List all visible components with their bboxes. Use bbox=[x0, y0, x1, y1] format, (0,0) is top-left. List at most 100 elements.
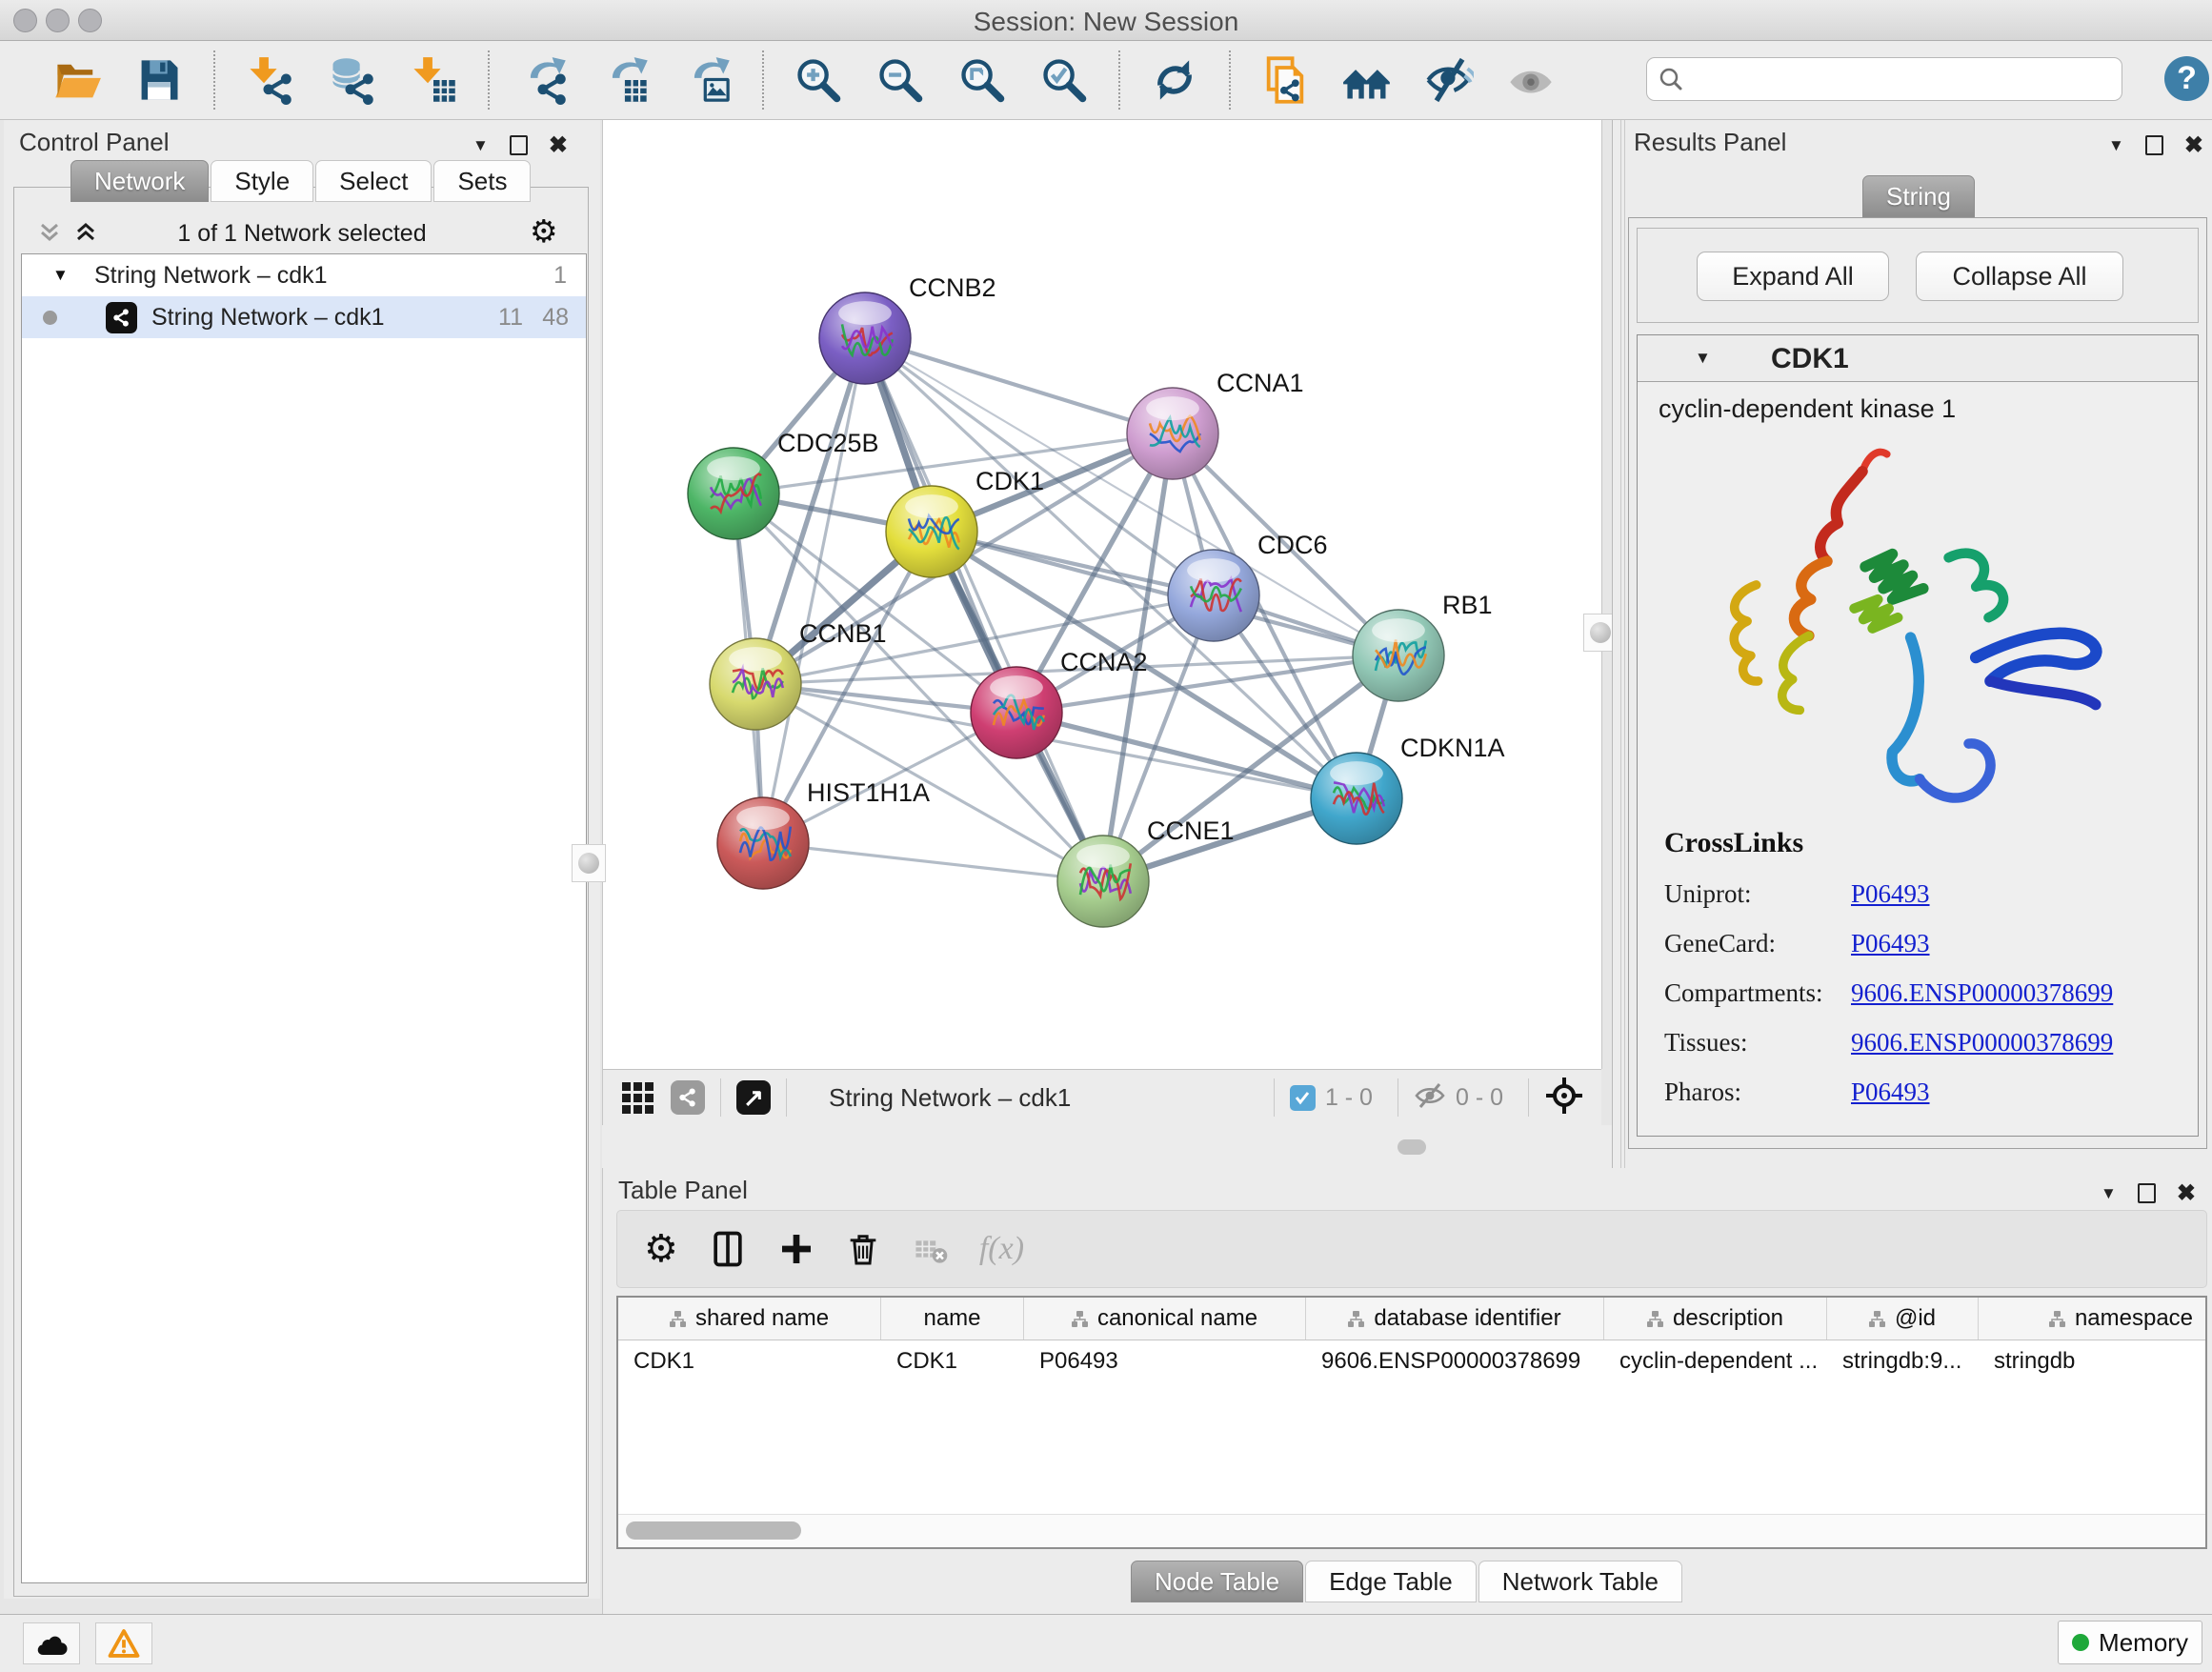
results-close-icon[interactable]: ✖ bbox=[2184, 131, 2203, 159]
show-columns-icon[interactable] bbox=[707, 1228, 749, 1270]
node-CCNA2[interactable] bbox=[971, 667, 1062, 758]
card-expander-icon[interactable]: ▼ bbox=[1695, 349, 1711, 368]
warning-status-button[interactable] bbox=[95, 1622, 152, 1664]
table-cell[interactable]: stringdb bbox=[1979, 1340, 2207, 1382]
tab-select[interactable]: Select bbox=[315, 160, 432, 202]
show-all-icon[interactable] bbox=[1506, 55, 1556, 105]
refresh-layout-icon[interactable] bbox=[1150, 55, 1199, 105]
tab-style[interactable]: Style bbox=[211, 160, 313, 202]
tab-node-table[interactable]: Node Table bbox=[1131, 1561, 1303, 1602]
edge-CCNB2-CCNA1[interactable] bbox=[865, 338, 1173, 433]
network-collection-row[interactable]: ▼ String Network – cdk1 1 bbox=[22, 254, 586, 296]
panel-menu-icon[interactable]: ▼ bbox=[473, 136, 489, 155]
collapse-all-button[interactable]: Collapse All bbox=[1916, 252, 2123, 301]
column-header-canonical-name[interactable]: canonical name bbox=[1024, 1298, 1306, 1340]
hide-selected-icon[interactable] bbox=[1424, 55, 1474, 105]
save-session-icon[interactable] bbox=[134, 55, 184, 105]
table-float-icon[interactable] bbox=[2138, 1183, 2156, 1203]
zoom-fit-icon[interactable] bbox=[957, 55, 1007, 105]
selected-checkbox-icon[interactable] bbox=[1290, 1085, 1316, 1111]
hscroll-thumb[interactable] bbox=[626, 1521, 801, 1540]
export-network-icon[interactable] bbox=[519, 55, 569, 105]
table-cell[interactable]: stringdb:9... bbox=[1827, 1340, 1979, 1382]
node-CDC25B[interactable] bbox=[688, 448, 779, 539]
search-input[interactable] bbox=[1691, 65, 2122, 93]
left-splitter-handle[interactable] bbox=[572, 844, 606, 882]
node-RB1[interactable] bbox=[1353, 610, 1444, 701]
search-box[interactable] bbox=[1646, 57, 2122, 101]
clone-network-icon[interactable] bbox=[1260, 55, 1310, 105]
delete-column-trash-icon[interactable] bbox=[844, 1230, 882, 1268]
column-header-shared-name[interactable]: shared name bbox=[618, 1298, 881, 1340]
tree-expander-icon[interactable]: ▼ bbox=[52, 266, 69, 285]
export-table-icon[interactable] bbox=[601, 55, 651, 105]
table-close-icon[interactable]: ✖ bbox=[2177, 1179, 2196, 1207]
panel-float-icon[interactable] bbox=[510, 135, 528, 155]
column-header-@id[interactable]: @id bbox=[1827, 1298, 1979, 1340]
import-network-file-icon[interactable] bbox=[245, 55, 294, 105]
table-hscrollbar[interactable] bbox=[618, 1514, 2205, 1547]
node-CCNA1[interactable] bbox=[1127, 388, 1218, 479]
node-CCNB2[interactable] bbox=[819, 292, 911, 384]
expand-all-button[interactable]: Expand All bbox=[1697, 252, 1889, 301]
hidden-eye-icon[interactable] bbox=[1414, 1082, 1446, 1114]
export-image-icon[interactable] bbox=[683, 55, 733, 105]
network-graph[interactable]: CCNB2CCNA1CDC25BCDK1CDC6RB1CCNB1CCNA2CDK… bbox=[603, 120, 1601, 1069]
memory-button[interactable]: Memory bbox=[2058, 1621, 2202, 1664]
node-CDC6[interactable] bbox=[1168, 550, 1259, 641]
node-CDK1[interactable] bbox=[886, 486, 977, 577]
table-cell[interactable]: 9606.ENSP00000378699 bbox=[1306, 1340, 1604, 1382]
table-cell[interactable]: CDK1 bbox=[618, 1340, 881, 1382]
table-cell[interactable]: P06493 bbox=[1024, 1340, 1306, 1382]
table-settings-gear-icon[interactable]: ⚙ bbox=[644, 1230, 678, 1268]
grid-mode-icon[interactable] bbox=[622, 1082, 654, 1114]
table-menu-icon[interactable]: ▼ bbox=[2101, 1184, 2117, 1203]
open-session-icon[interactable] bbox=[52, 55, 102, 105]
zoom-out-icon[interactable] bbox=[875, 55, 925, 105]
first-neighbors-icon[interactable] bbox=[1342, 55, 1392, 105]
panel-close-icon[interactable]: ✖ bbox=[549, 131, 568, 159]
crosslink-link[interactable]: P06493 bbox=[1851, 1078, 1930, 1107]
crosshair-icon[interactable] bbox=[1544, 1076, 1584, 1120]
column-header-description[interactable]: description bbox=[1604, 1298, 1827, 1340]
network-overview-icon[interactable] bbox=[671, 1080, 705, 1115]
tab-sets[interactable]: Sets bbox=[433, 160, 531, 202]
table-row[interactable]: CDK1CDK1P064939606.ENSP00000378699cyclin… bbox=[618, 1340, 2205, 1382]
network-canvas[interactable]: CCNB2CCNA1CDC25BCDK1CDC6RB1CCNB1CCNA2CDK… bbox=[602, 120, 1602, 1069]
table-tabs: Node TableEdge TableNetwork Table bbox=[1131, 1561, 1684, 1602]
cloud-status-button[interactable] bbox=[23, 1622, 80, 1664]
edge-HIST1H1A-CCNE1[interactable] bbox=[763, 843, 1103, 881]
results-float-icon[interactable] bbox=[2145, 135, 2163, 155]
column-header-name[interactable]: name bbox=[881, 1298, 1024, 1340]
node-CCNB1[interactable] bbox=[710, 638, 801, 730]
crosslink-link[interactable]: P06493 bbox=[1851, 929, 1930, 958]
crosslink-link[interactable]: 9606.ENSP00000378699 bbox=[1851, 978, 2113, 1008]
column-header-database-identifier[interactable]: database identifier bbox=[1306, 1298, 1604, 1340]
tab-string[interactable]: String bbox=[1862, 175, 1975, 217]
tab-edge-table[interactable]: Edge Table bbox=[1305, 1561, 1477, 1602]
table-cell[interactable]: CDK1 bbox=[881, 1340, 1024, 1382]
edge-CCNB2-HIST1H1A[interactable] bbox=[763, 338, 865, 843]
import-network-database-icon[interactable] bbox=[327, 55, 376, 105]
node-HIST1H1A[interactable] bbox=[717, 797, 809, 889]
network-options-gear-icon[interactable]: ⚙ bbox=[530, 215, 558, 247]
create-column-icon[interactable] bbox=[777, 1230, 815, 1268]
splitter-grab-handle[interactable] bbox=[1398, 1139, 1426, 1155]
zoom-in-icon[interactable] bbox=[794, 55, 843, 105]
crosslink-link[interactable]: P06493 bbox=[1851, 879, 1930, 909]
column-header-namespace[interactable]: namespace bbox=[1979, 1298, 2207, 1340]
node-card-header[interactable]: ▼ CDK1 bbox=[1638, 335, 2198, 382]
crosslink-link[interactable]: 9606.ENSP00000378699 bbox=[1851, 1028, 2113, 1058]
table-cell[interactable]: cyclin-dependent ... bbox=[1604, 1340, 1827, 1382]
results-menu-icon[interactable]: ▼ bbox=[2108, 136, 2124, 155]
tab-network-table[interactable]: Network Table bbox=[1478, 1561, 1682, 1602]
zoom-selected-icon[interactable] bbox=[1039, 55, 1089, 105]
node-table[interactable]: shared namenamecanonical namedatabase id… bbox=[616, 1296, 2207, 1549]
network-row[interactable]: String Network – cdk1 11 48 bbox=[22, 296, 586, 338]
help-button[interactable]: ? bbox=[2164, 56, 2209, 101]
import-table-file-icon[interactable] bbox=[409, 55, 458, 105]
node-CCNE1[interactable] bbox=[1057, 836, 1149, 927]
node-CDKN1A[interactable] bbox=[1311, 753, 1402, 844]
birdseye-view-icon[interactable]: ↗ bbox=[736, 1080, 771, 1115]
tab-network[interactable]: Network bbox=[70, 160, 209, 202]
